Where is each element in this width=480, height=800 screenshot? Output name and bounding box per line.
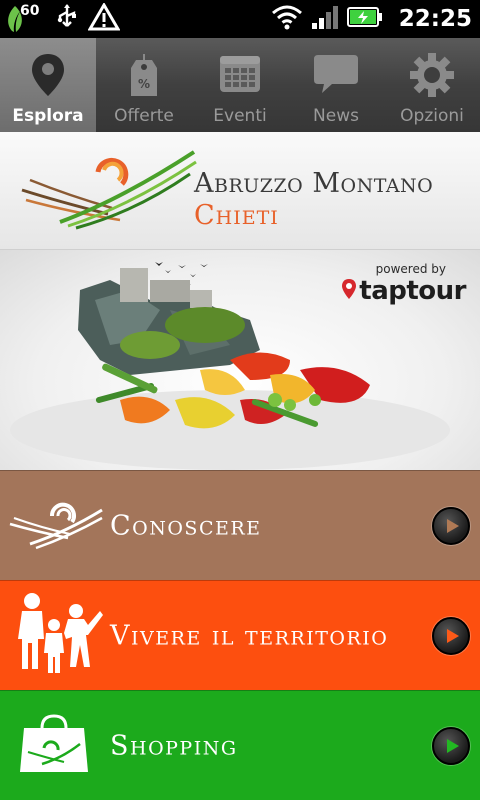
status-notifications: 60 <box>4 2 121 36</box>
menu-label: Conoscere <box>110 510 262 541</box>
status-bar: 60 22:25 <box>0 0 480 38</box>
svg-text:%: % <box>138 77 150 91</box>
gear-icon <box>409 52 455 102</box>
menu-vivere-il-territorio[interactable]: Vivere il territorio <box>0 580 480 690</box>
tab-eventi[interactable]: Eventi <box>192 38 288 132</box>
price-tag-icon: % <box>127 52 161 104</box>
tab-news[interactable]: News <box>288 38 384 132</box>
powered-by-label: powered by <box>375 262 446 276</box>
menu-conoscere[interactable]: Conoscere <box>0 470 480 580</box>
tab-esplora[interactable]: Esplora <box>0 38 96 132</box>
wifi-icon <box>271 4 303 34</box>
usb-icon <box>56 4 78 34</box>
taptour-brand: taptour <box>359 276 466 306</box>
tab-label: Offerte <box>114 106 174 126</box>
menu-label: Shopping <box>110 730 238 761</box>
header-subtitle: Chieti <box>194 200 279 231</box>
arrow-right-icon[interactable] <box>432 506 470 545</box>
logo-header: Abruzzo Montano Chieti <box>0 132 480 250</box>
arrow-right-icon[interactable] <box>432 616 470 655</box>
tab-bar: Esplora % Offerte Eventi News Opzioni <box>0 38 480 132</box>
leaf-notification-icon: 60 <box>4 3 39 34</box>
hero-image: powered by taptour <box>0 250 480 470</box>
arrow-right-icon[interactable] <box>432 726 470 765</box>
menu-label: Vivere il territorio <box>110 620 389 651</box>
battery-charging-icon <box>346 6 383 32</box>
warning-icon <box>87 2 121 35</box>
tab-label: Eventi <box>213 106 267 126</box>
notification-count: 60 <box>20 3 40 19</box>
brush-strokes-icon <box>8 494 104 558</box>
tab-offerte[interactable]: % Offerte <box>96 38 192 132</box>
header-title: Abruzzo Montano <box>194 168 434 199</box>
location-pin-icon <box>30 52 66 102</box>
tab-label: Esplora <box>12 106 84 126</box>
taptour-pin-icon <box>341 278 357 304</box>
calendar-icon <box>218 52 262 98</box>
tab-opzioni[interactable]: Opzioni <box>384 38 480 132</box>
shopping-bag-icon <box>18 713 90 778</box>
status-clock: 22:25 <box>398 6 472 32</box>
speech-bubble-icon <box>312 52 360 100</box>
status-system-icons: 22:25 <box>271 0 472 38</box>
taptour-logo[interactable]: taptour <box>341 276 466 306</box>
tab-label: News <box>313 106 359 126</box>
signal-icon <box>311 4 339 34</box>
tab-label: Opzioni <box>400 106 464 126</box>
family-icon <box>8 589 104 683</box>
abruzzo-logo-mark <box>20 150 198 236</box>
menu-shopping[interactable]: Shopping <box>0 690 480 800</box>
